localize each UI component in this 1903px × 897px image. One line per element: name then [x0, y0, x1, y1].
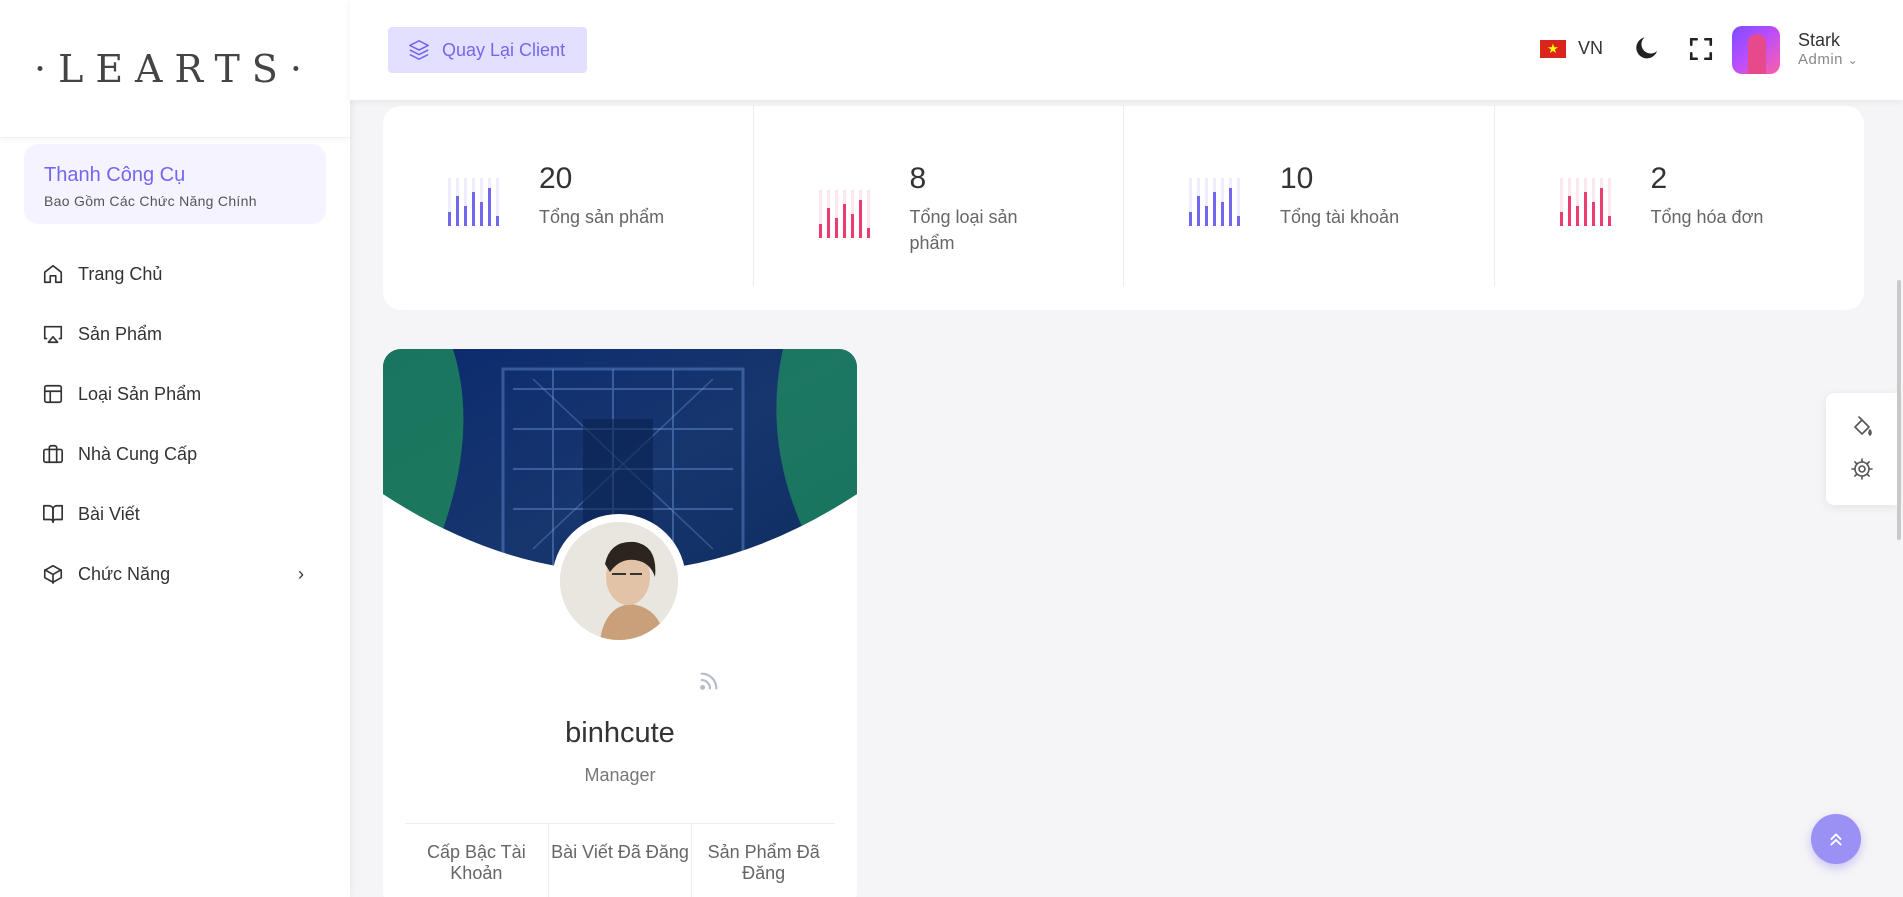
profile-avatar[interactable] [552, 514, 686, 648]
profile-name: binhcute [565, 717, 675, 749]
stat-label: Tổng hóa đơn [1650, 207, 1764, 227]
logo[interactable]: ·LEARTS· [34, 47, 314, 91]
user-name: Stark [1798, 30, 1841, 50]
sidebar-item-label: Trang Chủ [78, 263, 163, 284]
sidebar-item-label: Sản Phẩm [78, 323, 163, 344]
stat-value: 20 [539, 162, 573, 195]
stat-value: 10 [1280, 162, 1314, 195]
vertical-scrollbar[interactable] [1897, 280, 1901, 540]
bar-chart-icon [1189, 178, 1240, 226]
vietnam-flag-icon: ★ [1540, 39, 1566, 58]
profile-stats: Cấp Bậc Tài Khoản Bài Viết Đã Đăng Sản P… [405, 823, 835, 897]
stat-value: 8 [909, 162, 927, 195]
user-role-label: Admin [1798, 51, 1844, 68]
fullscreen-icon[interactable] [1688, 36, 1714, 62]
back-to-client-button[interactable]: Quay Lại Client [388, 27, 588, 73]
sidebar-item-posts[interactable]: Bài Viết [0, 484, 350, 544]
briefcase-icon [43, 444, 63, 464]
language-selector[interactable]: ★ VN [1540, 38, 1603, 59]
double-chevron-up-icon [1830, 833, 1842, 846]
sidebar: ·LEARTS· Thanh Công Cụ Bao Gồm Các Chức … [0, 0, 350, 897]
moon-icon[interactable] [1632, 33, 1662, 63]
sidebar-nav: Trang Chủ Sản Phẩm Loại Sản Phẩm Nhà Cun… [0, 244, 350, 604]
back-to-client-label: Quay Lại Client [442, 39, 566, 60]
bar-chart-icon [448, 178, 499, 226]
stats-card: 20 Tổng sản phẩm 8 Tổng loại sản phẩm 10… [383, 106, 1864, 310]
box-icon [43, 564, 63, 584]
chevron-right-icon: › [298, 563, 304, 584]
stat-total-categories: 8 Tổng loại sản phẩm [754, 106, 1124, 286]
logo-area: ·LEARTS· [0, 0, 350, 138]
profile-card: binhcute Manager Cấp Bậc Tài Khoản Bài V… [383, 349, 857, 897]
customizer-panel [1826, 393, 1898, 505]
stat-total-invoices: 2 Tổng hóa đơn [1495, 106, 1865, 286]
stat-total-products: 20 Tổng sản phẩm [383, 106, 754, 286]
profile-stat-products: Sản Phẩm Đã Đăng [707, 842, 820, 883]
toolbar-subtitle: Bao Gồm Các Chức Năng Chính [44, 193, 257, 209]
profile-role: Manager [584, 765, 656, 785]
gear-icon[interactable] [1850, 457, 1874, 481]
bar-chart-icon [818, 190, 870, 238]
sidebar-item-categories[interactable]: Loại Sản Phẩm [0, 364, 350, 424]
sidebar-item-label: Loại Sản Phẩm [78, 383, 202, 404]
profile-stat-posts: Bài Viết Đã Đăng [549, 824, 693, 897]
book-icon [43, 504, 63, 524]
toolbar-panel: Thanh Công Cụ Bao Gồm Các Chức Năng Chín… [24, 144, 326, 224]
sidebar-item-label: Nhà Cung Cấp [78, 443, 198, 464]
toolbar-title: Thanh Công Cụ [44, 164, 186, 186]
sidebar-item-functions[interactable]: Chức Năng › [0, 544, 350, 604]
top-header: Quay Lại Client ★ VN Stark Admin ⌄ [350, 0, 1903, 100]
profile-stat-rank: Cấp Bậc Tài Khoản [405, 824, 549, 897]
stat-label: Tổng tài khoản [1280, 207, 1400, 227]
sidebar-item-suppliers[interactable]: Nhà Cung Cấp [0, 424, 350, 484]
sidebar-item-label: Chức Năng [78, 563, 171, 584]
stat-label: Tổng sản phẩm [539, 207, 665, 227]
stat-value: 2 [1650, 162, 1668, 195]
sidebar-item-products[interactable]: Sản Phẩm [0, 304, 350, 364]
sidebar-item-label: Bài Viết [78, 503, 140, 524]
layout-icon [43, 384, 63, 404]
monitor-icon [43, 325, 63, 344]
layers-icon [409, 40, 429, 60]
scroll-to-top-button[interactable] [1811, 814, 1861, 864]
chevron-down-icon: ⌄ [1847, 53, 1859, 67]
home-icon [43, 264, 63, 284]
sidebar-item-home[interactable]: Trang Chủ [0, 244, 350, 304]
user-avatar[interactable] [1732, 26, 1780, 74]
rss-icon[interactable] [698, 670, 720, 692]
paint-bucket-icon[interactable] [1850, 415, 1874, 439]
stat-label: Tổng loại sản phẩm [909, 207, 1018, 253]
bar-chart-icon [1559, 178, 1611, 226]
stat-total-accounts: 10 Tổng tài khoản [1124, 106, 1495, 286]
language-label: VN [1578, 38, 1604, 58]
user-role-dropdown[interactable]: Admin ⌄ [1798, 51, 1858, 68]
